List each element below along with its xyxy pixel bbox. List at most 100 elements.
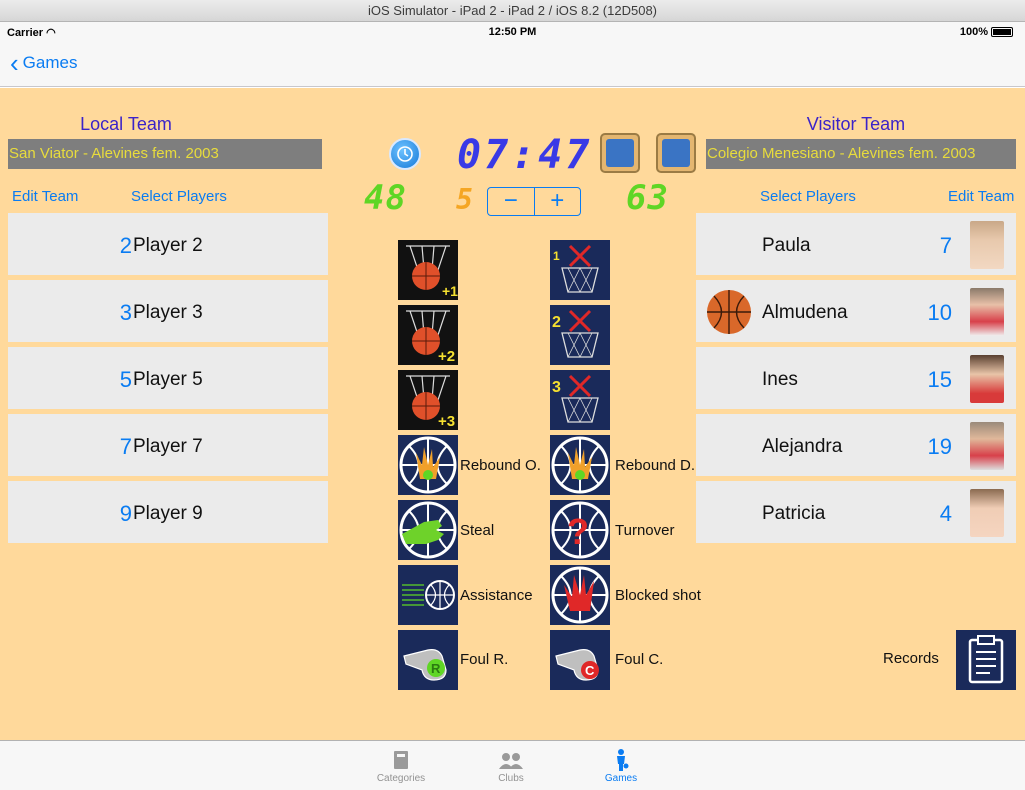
book-icon	[394, 751, 408, 769]
battery-status: 100%	[960, 26, 1013, 38]
player-number: 7	[939, 233, 952, 258]
visitor-team-title: Visitor Team	[806, 114, 906, 134]
group-icon	[499, 753, 523, 769]
basket-plus-3-icon: +3	[398, 370, 458, 430]
player-name: Paula	[762, 235, 811, 256]
nav-bar: ‹ Games	[0, 42, 1025, 87]
svg-text:?: ?	[567, 511, 589, 552]
player-number: 4	[939, 501, 952, 526]
visitor-edit-team-link[interactable]: Edit Team	[948, 188, 1014, 205]
visitor-player-row[interactable]: Almudena 10	[696, 280, 1016, 344]
whistle-c-icon: C	[555, 649, 599, 681]
records-label: Records	[883, 650, 939, 667]
increment-button[interactable]: +	[535, 188, 581, 215]
tab-categories[interactable]: Categories	[366, 747, 436, 784]
status-time: 12:50 PM	[488, 26, 537, 38]
local-player-row[interactable]: 9 Player 9	[8, 481, 328, 545]
player-name: Player 3	[133, 302, 203, 323]
local-player-row[interactable]: 5 Player 5	[8, 347, 328, 411]
rebound-defensive-icon	[551, 436, 609, 494]
player-photo	[970, 489, 1004, 537]
foul-r-button[interactable]: R	[398, 630, 458, 690]
tab-label: Clubs	[498, 773, 524, 784]
miss-2-button[interactable]: 2	[550, 305, 610, 365]
steal-button[interactable]	[398, 500, 458, 560]
foul-c-label: Foul C.	[615, 651, 664, 668]
missed-3-icon: 3	[552, 374, 599, 423]
decrement-button[interactable]: −	[488, 188, 535, 215]
local-select-players-link[interactable]: Select Players	[131, 188, 227, 205]
player-name: Player 5	[133, 369, 203, 390]
svg-text:+1: +1	[442, 283, 458, 299]
game-board: Local Team San Viator - Alevines fem. 20…	[0, 88, 1025, 740]
status-bar: Carrier ◠ 12:50 PM 100%	[0, 22, 1025, 42]
player-photo	[970, 288, 1004, 336]
svg-text:1: 1	[553, 249, 560, 263]
player-number: 3	[119, 300, 132, 325]
visitor-player-row[interactable]: Ines 15	[696, 347, 1016, 411]
chevron-left-icon: ‹	[10, 48, 19, 78]
miss-1-button[interactable]: 1	[550, 240, 610, 300]
foul-c-button[interactable]: C	[550, 630, 610, 690]
basket-plus-2-icon: +2	[398, 305, 458, 365]
player-number: 5	[119, 367, 132, 392]
records-button[interactable]	[956, 630, 1016, 690]
turnover-button[interactable]: ?	[550, 500, 610, 560]
player-number: 7	[119, 434, 132, 459]
steal-icon	[399, 501, 457, 559]
blocked-shot-button[interactable]	[550, 565, 610, 625]
steal-label: Steal	[460, 522, 495, 539]
pause-button[interactable]	[600, 133, 640, 173]
pause-icon	[606, 139, 634, 167]
assistance-button[interactable]	[398, 565, 458, 625]
local-player-row[interactable]: 3 Player 3	[8, 280, 328, 344]
player-name: Player 2	[133, 235, 203, 256]
player-photo	[970, 422, 1004, 470]
svg-text:+2: +2	[438, 348, 455, 365]
back-label: Games	[22, 53, 78, 72]
local-player-row[interactable]: 2 Player 2	[8, 213, 328, 277]
back-button[interactable]: ‹ Games	[10, 48, 78, 78]
rebound-d-button[interactable]	[550, 435, 610, 495]
player-name: Almudena	[762, 302, 848, 323]
player-name: Patricia	[762, 503, 826, 524]
local-edit-team-link[interactable]: Edit Team	[12, 188, 78, 205]
player-name: Ines	[762, 369, 798, 390]
tab-bar: Categories Clubs Games	[0, 740, 1025, 790]
tab-games[interactable]: Games	[586, 747, 656, 784]
stop-icon	[662, 139, 690, 167]
player-photo	[970, 221, 1004, 269]
miss-3-button[interactable]: 3	[550, 370, 610, 430]
clock-button[interactable]	[389, 138, 421, 170]
rebound-offensive-icon	[399, 436, 457, 494]
battery-icon	[991, 27, 1013, 38]
rebound-o-label: Rebound O.	[460, 457, 541, 474]
local-player-row[interactable]: 7 Player 7	[8, 414, 328, 478]
basket-plus-1-icon: +1	[398, 240, 458, 300]
stop-button[interactable]	[656, 133, 696, 173]
tab-label: Categories	[376, 773, 426, 784]
assistance-label: Assistance	[460, 587, 533, 604]
clipboard-icon	[968, 635, 1004, 684]
player-photo	[970, 355, 1004, 403]
tab-clubs[interactable]: Clubs	[476, 747, 546, 784]
score-2-button[interactable]: +2	[398, 305, 458, 365]
player-number: 2	[119, 233, 132, 258]
local-team-name: San Viator - Alevines fem. 2003	[8, 139, 322, 169]
visitor-player-row[interactable]: Alejandra 19	[696, 414, 1016, 478]
visitor-score: 63	[626, 178, 669, 218]
visitor-select-players-link[interactable]: Select Players	[760, 188, 856, 205]
score-1-button[interactable]: +1	[398, 240, 458, 300]
missed-2-icon: 2	[552, 309, 599, 358]
game-timer: 07:47	[457, 132, 593, 178]
period-number: 5	[456, 183, 473, 216]
rebound-d-label: Rebound D.	[615, 457, 696, 474]
window-title: iOS Simulator - iPad 2 - iPad 2 / iOS 8.…	[0, 0, 1025, 22]
rebound-o-button[interactable]	[398, 435, 458, 495]
visitor-player-row[interactable]: Patricia 4	[696, 481, 1016, 545]
turnover-icon: ?	[551, 501, 609, 559]
missed-1-icon: 1	[553, 244, 599, 293]
visitor-player-row[interactable]: Paula 7	[696, 213, 1016, 277]
score-3-button[interactable]: +3	[398, 370, 458, 430]
blocked-shot-icon	[551, 566, 609, 624]
